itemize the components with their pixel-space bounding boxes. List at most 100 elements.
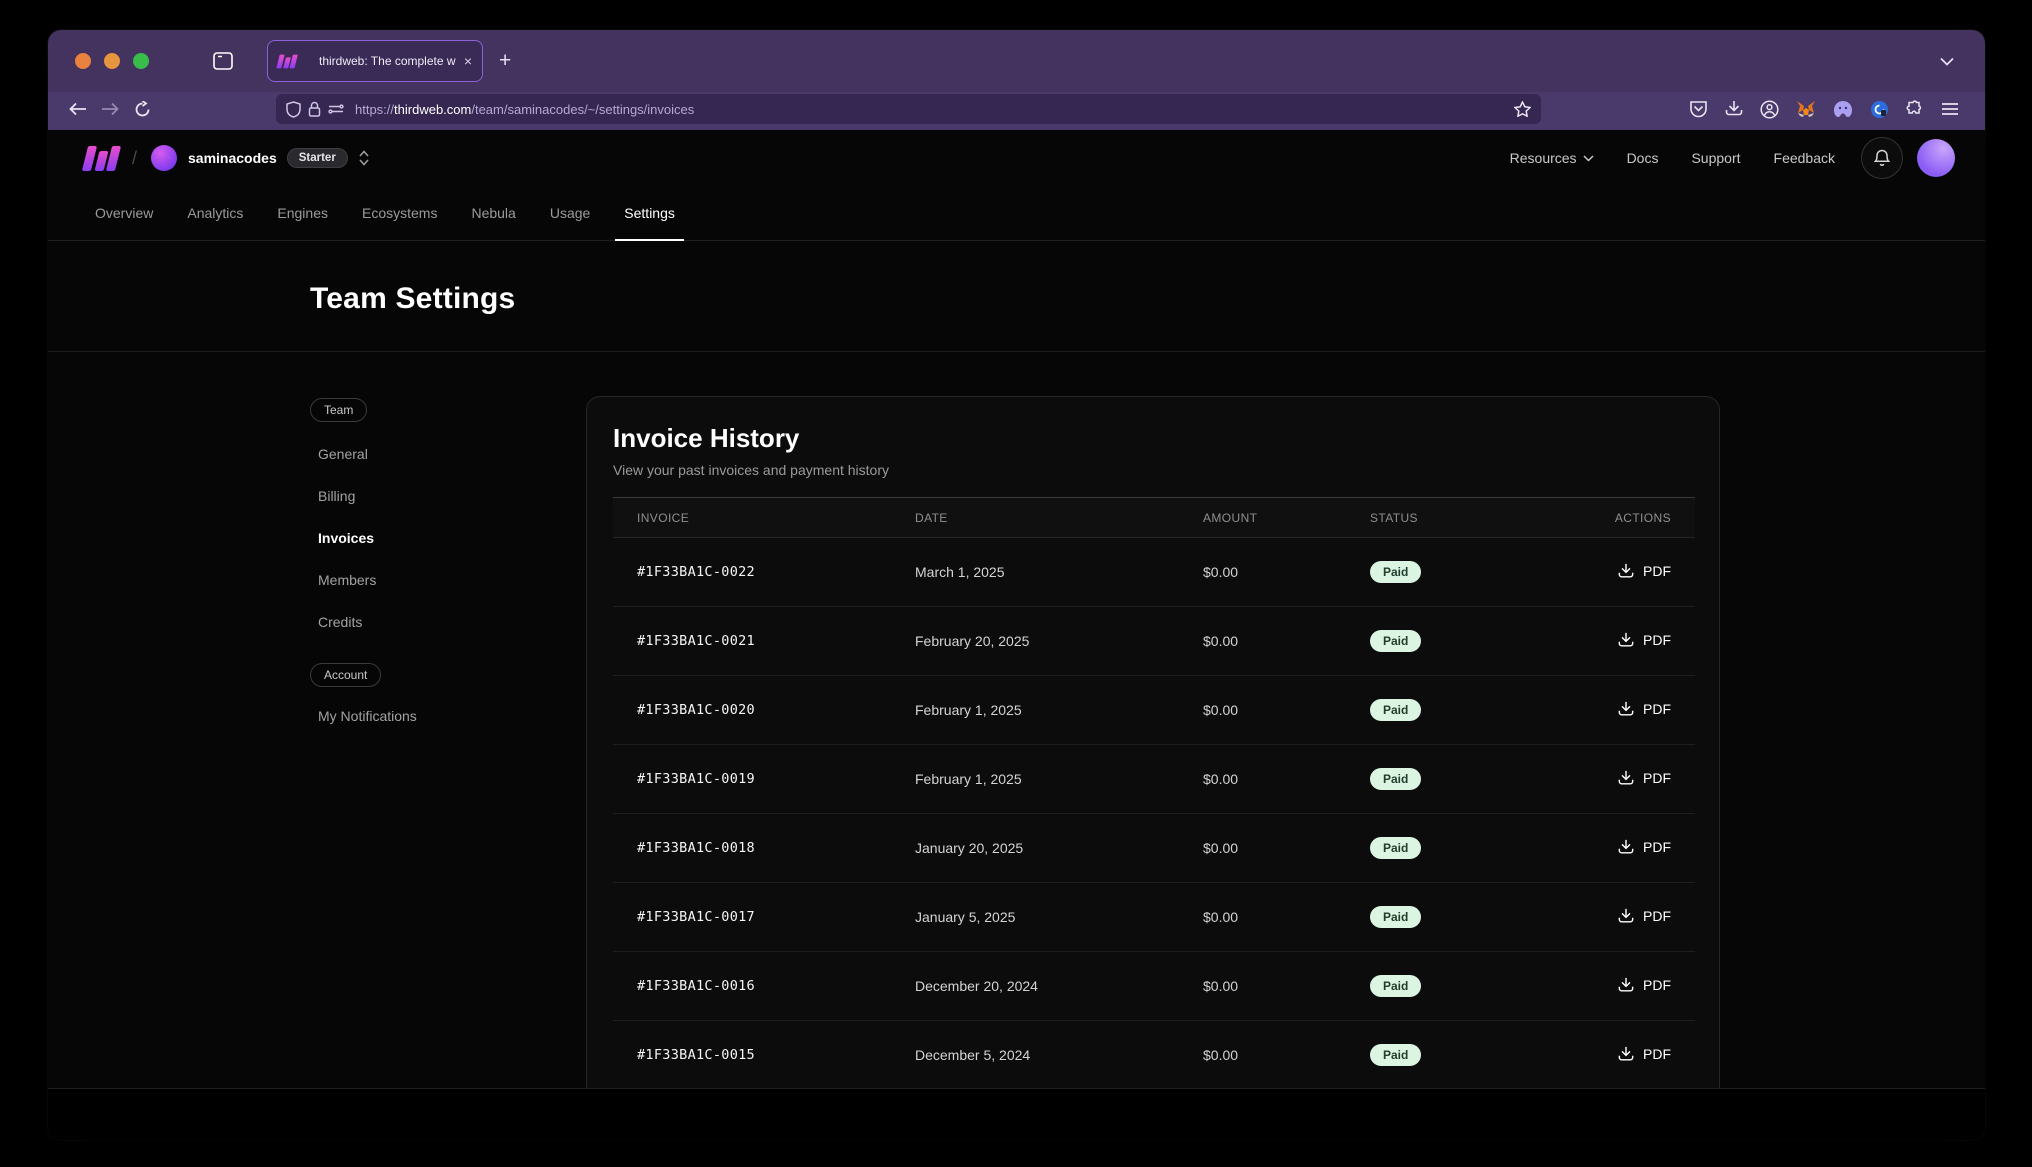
download-pdf-button[interactable]: PDF xyxy=(1618,632,1671,648)
col-invoice: Invoice xyxy=(613,498,891,538)
zoom-window-button[interactable] xyxy=(133,53,149,69)
bookmark-star-icon[interactable] xyxy=(1514,101,1531,117)
sidebar-item-invoices[interactable]: Invoices xyxy=(318,526,560,550)
team-switcher-icon[interactable] xyxy=(358,150,370,166)
invoice-number: #1F33BA1C-0016 xyxy=(613,952,891,1021)
tab-overview[interactable]: Overview xyxy=(78,186,170,240)
pocket-icon[interactable] xyxy=(1689,100,1708,118)
extensions-puzzle-icon[interactable] xyxy=(1906,100,1924,118)
invoice-amount: $0.00 xyxy=(1179,676,1346,745)
thirdweb-logo[interactable] xyxy=(85,146,118,171)
reload-icon[interactable] xyxy=(126,93,158,125)
forward-icon[interactable] xyxy=(94,93,126,125)
invoice-number: #1F33BA1C-0019 xyxy=(613,745,891,814)
invoice-amount: $0.00 xyxy=(1179,883,1346,952)
resources-menu[interactable]: Resources xyxy=(1510,150,1594,166)
status-badge: Paid xyxy=(1370,768,1421,790)
download-icon xyxy=(1618,977,1634,993)
plan-badge: Starter xyxy=(287,148,348,168)
table-row: #1F33BA1C-0021 February 20, 2025 $0.00 P… xyxy=(613,607,1695,676)
user-avatar[interactable] xyxy=(1917,139,1955,177)
download-pdf-button[interactable]: PDF xyxy=(1618,908,1671,924)
downloads-icon[interactable] xyxy=(1725,100,1743,118)
tab-close-icon[interactable]: × xyxy=(464,54,472,68)
download-pdf-button[interactable]: PDF xyxy=(1618,701,1671,717)
download-pdf-button[interactable]: PDF xyxy=(1618,770,1671,786)
back-icon[interactable] xyxy=(62,93,94,125)
feedback-link[interactable]: Feedback xyxy=(1774,150,1835,166)
window-controls xyxy=(75,53,149,69)
sidebar-toggle-icon[interactable] xyxy=(207,45,239,77)
metamask-extension-icon[interactable] xyxy=(1796,100,1816,119)
new-tab-button[interactable]: + xyxy=(499,49,511,73)
close-window-button[interactable] xyxy=(75,53,91,69)
support-link[interactable]: Support xyxy=(1691,150,1740,166)
page-title-band: Team Settings xyxy=(48,241,1985,352)
sidebar-item-general[interactable]: General xyxy=(318,442,560,466)
sidebar-team-list: General Billing Invoices Members Credits xyxy=(318,442,560,634)
tracking-protection-shield-icon[interactable] xyxy=(286,101,301,118)
url-text: https://thirdweb.com/team/saminacodes/~/… xyxy=(355,102,694,117)
sidebar-group-account: Account xyxy=(310,663,381,687)
table-row: #1F33BA1C-0019 February 1, 2025 $0.00 Pa… xyxy=(613,745,1695,814)
invoice-amount: $0.00 xyxy=(1179,745,1346,814)
tab-usage[interactable]: Usage xyxy=(533,186,607,240)
notifications-bell-button[interactable] xyxy=(1861,137,1903,179)
browser-tab[interactable]: thirdweb: The complete web3 d × xyxy=(267,40,483,82)
invoice-date: January 5, 2025 xyxy=(891,883,1179,952)
table-row: #1F33BA1C-0016 December 20, 2024 $0.00 P… xyxy=(613,952,1695,1021)
desktop-background: thirdweb: The complete web3 d × + xyxy=(0,0,2032,1167)
thirdweb-favicon xyxy=(278,54,296,68)
download-pdf-button[interactable]: PDF xyxy=(1618,839,1671,855)
invoice-table-header: Invoice Date Amount Status Actions xyxy=(613,498,1695,538)
tab-engines[interactable]: Engines xyxy=(260,186,345,240)
download-pdf-button[interactable]: PDF xyxy=(1618,563,1671,579)
sidebar-item-members[interactable]: Members xyxy=(318,568,560,592)
browser-window: thirdweb: The complete web3 d × + xyxy=(48,30,1985,1140)
invoice-table: Invoice Date Amount Status Actions #1F33… xyxy=(613,497,1695,1089)
browser-toolbar: https://thirdweb.com/team/saminacodes/~/… xyxy=(48,92,1985,130)
team-name[interactable]: saminacodes xyxy=(188,150,277,166)
sidebar-account-list: My Notifications xyxy=(318,704,560,728)
download-pdf-button[interactable]: PDF xyxy=(1618,1046,1671,1062)
tab-analytics[interactable]: Analytics xyxy=(170,186,260,240)
invoice-amount: $0.00 xyxy=(1179,814,1346,883)
tab-nebula[interactable]: Nebula xyxy=(454,186,532,240)
account-icon[interactable] xyxy=(1760,100,1779,119)
tab-ecosystems[interactable]: Ecosystems xyxy=(345,186,454,240)
invoice-date: January 20, 2025 xyxy=(891,814,1179,883)
sidebar-item-my-notifications[interactable]: My Notifications xyxy=(318,704,560,728)
url-domain: thirdweb.com xyxy=(394,102,471,117)
download-pdf-button[interactable]: PDF xyxy=(1618,977,1671,993)
webpage-viewport: / saminacodes Starter Resources Docs Sup… xyxy=(48,130,1985,1089)
col-actions: Actions xyxy=(1581,498,1695,538)
list-all-tabs-icon[interactable] xyxy=(1931,45,1963,77)
col-amount: Amount xyxy=(1179,498,1346,538)
breadcrumb-separator: / xyxy=(132,148,137,169)
invoice-number: #1F33BA1C-0021 xyxy=(613,607,891,676)
status-badge: Paid xyxy=(1370,975,1421,997)
site-permissions-icon[interactable] xyxy=(328,103,344,115)
site-header: / saminacodes Starter Resources Docs Sup… xyxy=(48,130,1985,241)
sidebar-item-billing[interactable]: Billing xyxy=(318,484,560,508)
phantom-extension-icon[interactable] xyxy=(1833,100,1853,118)
minimize-window-button[interactable] xyxy=(104,53,120,69)
pdf-label: PDF xyxy=(1643,977,1671,993)
team-avatar[interactable] xyxy=(151,145,177,171)
https-lock-icon[interactable] xyxy=(308,101,321,117)
url-bar[interactable]: https://thirdweb.com/team/saminacodes/~/… xyxy=(276,94,1541,124)
toolbar-extensions xyxy=(1689,100,1965,119)
url-scheme: https:// xyxy=(355,102,394,117)
sidebar-item-credits[interactable]: Credits xyxy=(318,610,560,634)
invoice-number: #1F33BA1C-0020 xyxy=(613,676,891,745)
invoice-date: March 1, 2025 xyxy=(891,538,1179,607)
docs-link[interactable]: Docs xyxy=(1627,150,1659,166)
tab-settings[interactable]: Settings xyxy=(607,186,692,240)
menu-hamburger-icon[interactable] xyxy=(1941,102,1959,116)
table-row: #1F33BA1C-0020 February 1, 2025 $0.00 Pa… xyxy=(613,676,1695,745)
invoice-date: December 5, 2024 xyxy=(891,1021,1179,1090)
sidebar-gap xyxy=(310,652,560,663)
status-badge: Paid xyxy=(1370,837,1421,859)
blue-extension-icon[interactable] xyxy=(1870,100,1889,119)
invoice-table-body: #1F33BA1C-0022 March 1, 2025 $0.00 Paid … xyxy=(613,538,1695,1090)
